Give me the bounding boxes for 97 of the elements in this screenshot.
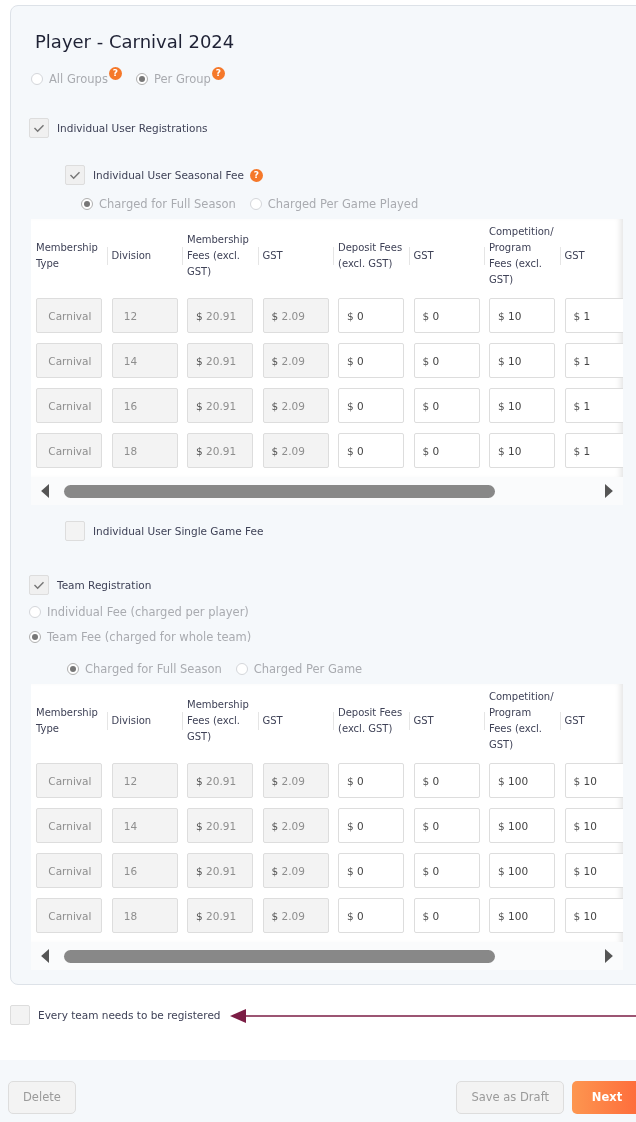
checkbox[interactable] (65, 165, 85, 185)
fee-input[interactable]: $ 100 (489, 898, 555, 933)
checkbox[interactable] (10, 1005, 30, 1025)
fee-input: 14 (111, 808, 178, 843)
fee-input[interactable]: $ 10 (489, 298, 555, 333)
column-header: Membership Type (36, 706, 99, 736)
checkbox-label: Team Registration (57, 579, 152, 591)
fee-input[interactable]: $ 0 (338, 763, 404, 798)
fee-input: $ 2.09 (262, 898, 329, 933)
checkbox[interactable] (29, 118, 49, 138)
scroll-right-icon[interactable] (604, 949, 613, 963)
fee-input[interactable]: $ 1 (564, 343, 623, 378)
fee-input: Carnival (36, 298, 102, 333)
fee-input: $ 2.09 (262, 298, 329, 333)
fee-input[interactable]: $ 10 (489, 343, 555, 378)
fee-input: Carnival (36, 388, 102, 423)
fee-input: 12 (111, 763, 178, 798)
fee-input: $ 20.91 (187, 853, 253, 888)
column-header: Division (111, 249, 153, 263)
fee-input: 18 (111, 433, 178, 468)
fee-input: $ 20.91 (187, 343, 253, 378)
checkbox-label: Individual User Single Game Fee (93, 525, 264, 537)
scrollbar-thumb[interactable] (64, 949, 496, 963)
fee-input: $ 20.91 (187, 298, 253, 333)
fee-input[interactable]: $ 10 (564, 763, 623, 798)
fee-input: $ 20.91 (187, 433, 253, 468)
fee-input: Carnival (36, 853, 102, 888)
column-header: GST (564, 714, 586, 728)
column-header: Deposit Fees (excl. GST) (338, 241, 404, 271)
fee-input[interactable]: $ 0 (413, 853, 480, 888)
fee-input: $ 2.09 (262, 343, 329, 378)
fee-input[interactable]: $ 1 (564, 298, 623, 333)
page-title: Player - Carnival 2024 (35, 30, 236, 54)
checkbox-label: Individual User Registrations (57, 122, 208, 134)
fee-input: Carnival (36, 433, 102, 468)
fee-input[interactable]: $ 0 (413, 343, 480, 378)
fee-input: $ 2.09 (262, 808, 329, 843)
fee-input[interactable]: $ 0 (413, 388, 480, 423)
fee-input[interactable]: $ 10 (564, 853, 623, 888)
fee-input[interactable]: $ 100 (489, 808, 555, 843)
column-header: GST (262, 249, 284, 263)
fee-input: 16 (111, 853, 178, 888)
fee-input: $ 20.91 (187, 808, 253, 843)
fee-input: Carnival (36, 898, 102, 933)
fee-input[interactable]: $ 0 (338, 808, 404, 843)
column-header: GST (564, 249, 586, 263)
fee-input[interactable]: $ 0 (413, 298, 480, 333)
fee-input[interactable]: $ 0 (338, 298, 404, 333)
column-header: Membership Type (36, 241, 99, 271)
column-header: GST (413, 249, 435, 263)
fee-input[interactable]: $ 1 (564, 388, 623, 423)
fee-input[interactable]: $ 0 (338, 433, 404, 468)
fee-input[interactable]: $ 10 (489, 433, 555, 468)
fee-input[interactable]: $ 10 (564, 808, 623, 843)
scrollbar-thumb[interactable] (64, 484, 496, 498)
fee-input: $ 2.09 (262, 853, 329, 888)
fee-input: Carnival (36, 343, 102, 378)
fee-input: $ 2.09 (262, 763, 329, 798)
checkbox[interactable] (65, 521, 85, 541)
scroll-right-icon[interactable] (604, 484, 613, 498)
column-header: Division (111, 714, 153, 728)
fee-input[interactable]: $ 0 (413, 763, 480, 798)
fee-input[interactable]: $ 0 (413, 433, 480, 468)
fee-input: Carnival (36, 808, 102, 843)
fee-input[interactable]: $ 0 (338, 343, 404, 378)
column-header: Membership Fees (excl. GST) (187, 698, 250, 744)
column-header: Membership Fees (excl. GST) (187, 233, 250, 279)
fee-input[interactable]: $ 0 (338, 853, 404, 888)
column-header: GST (413, 714, 435, 728)
fee-input: 14 (111, 343, 178, 378)
fee-input[interactable]: $ 0 (338, 388, 404, 423)
column-header: Competition/Program Fees (excl. GST) (489, 225, 555, 287)
fee-input[interactable]: $ 0 (413, 808, 480, 843)
fee-input[interactable]: $ 1 (564, 433, 623, 468)
fee-input: $ 2.09 (262, 388, 329, 423)
fee-input[interactable]: $ 10 (489, 388, 555, 423)
fee-input: 16 (111, 388, 178, 423)
fee-input[interactable]: $ 100 (489, 853, 555, 888)
fee-input[interactable]: $ 10 (564, 898, 623, 933)
column-header: GST (262, 714, 284, 728)
checkbox[interactable] (29, 575, 49, 595)
column-header: Deposit Fees (excl. GST) (338, 706, 404, 736)
fee-input: 12 (111, 298, 178, 333)
fee-input[interactable]: $ 0 (413, 898, 480, 933)
checkbox-label: Individual User Seasonal Fee (93, 169, 244, 181)
fee-input[interactable]: $ 100 (489, 763, 555, 798)
scroll-left-icon[interactable] (41, 949, 50, 963)
fee-input: 18 (111, 898, 178, 933)
fee-input: $ 20.91 (187, 388, 253, 423)
fee-input: $ 20.91 (187, 763, 253, 798)
checkbox-label: Every team needs to be registered (38, 1009, 221, 1021)
fee-input: $ 2.09 (262, 433, 329, 468)
scroll-left-icon[interactable] (41, 484, 50, 498)
fee-input[interactable]: $ 0 (338, 898, 404, 933)
column-header: Competition/Program Fees (excl. GST) (489, 690, 555, 752)
fee-input: $ 20.91 (187, 898, 253, 933)
fee-input: Carnival (36, 763, 102, 798)
